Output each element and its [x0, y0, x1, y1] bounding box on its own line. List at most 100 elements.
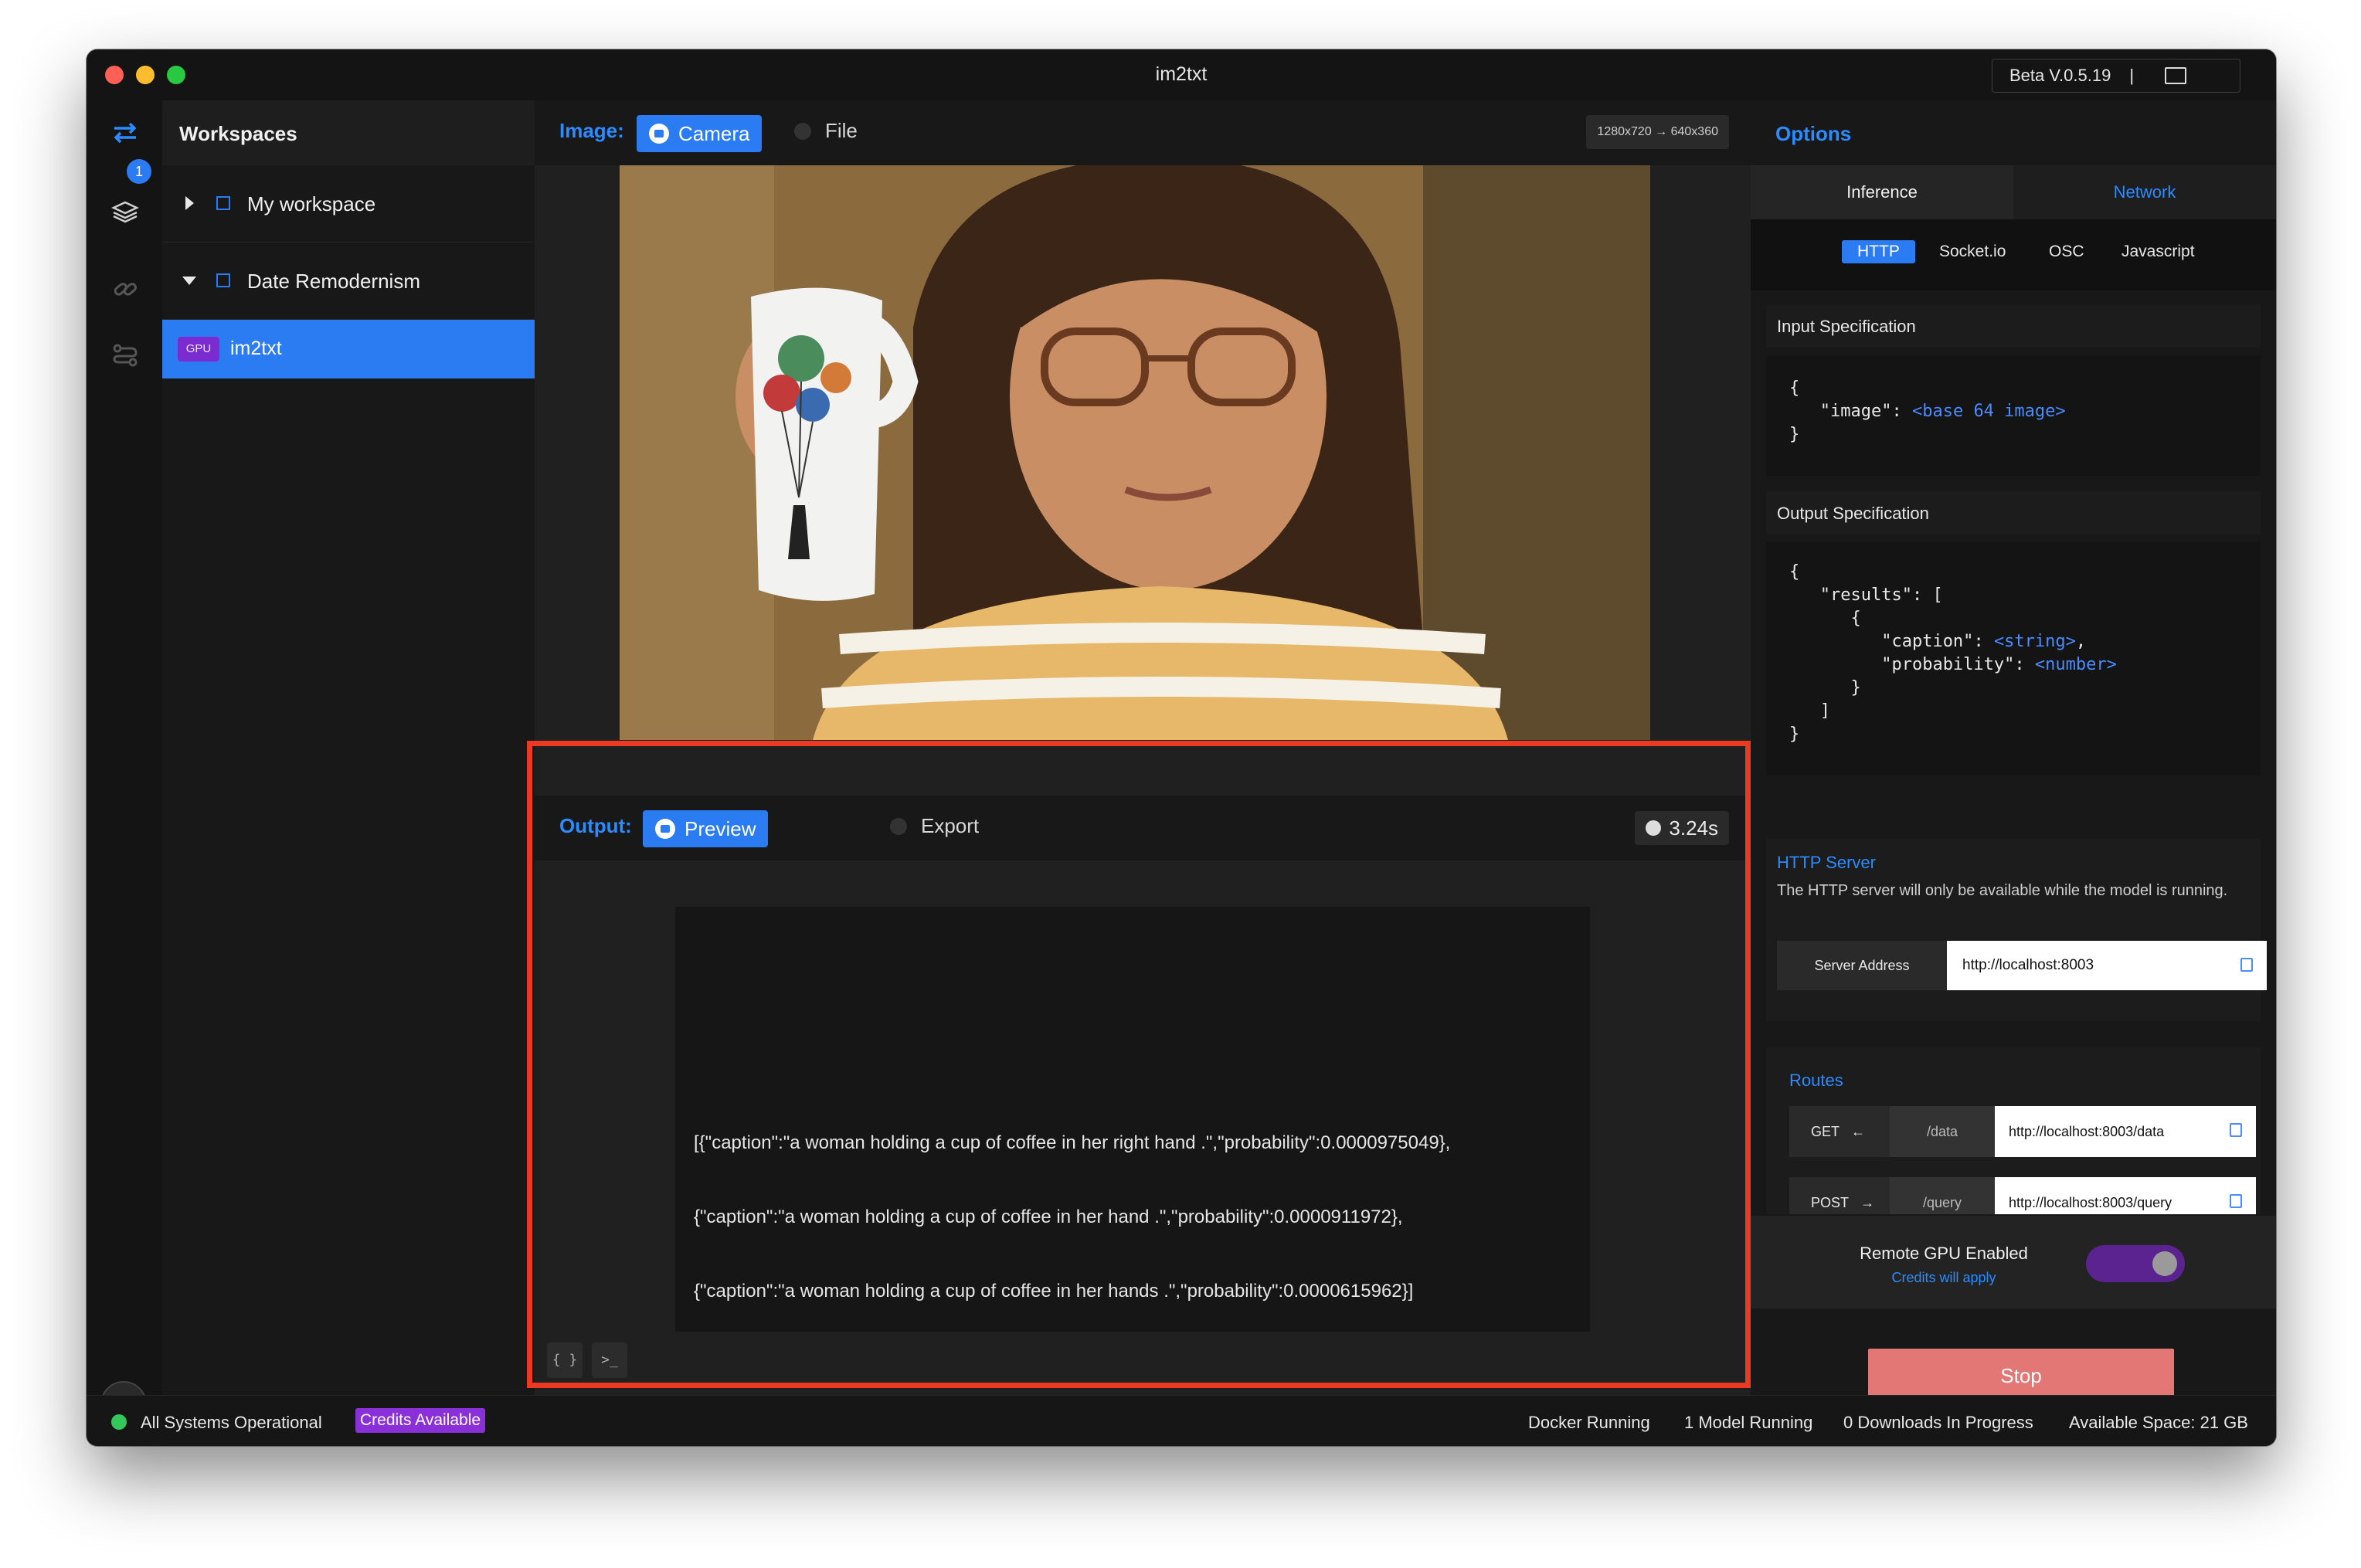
- status-bar: All Systems Operational Credits Availabl…: [87, 1395, 2276, 1446]
- input-spec-title: Input Specification: [1766, 304, 2261, 348]
- tab-preview[interactable]: Preview: [643, 810, 769, 847]
- sidebar-item-my-workspace[interactable]: My workspace: [162, 165, 535, 243]
- title-bar: im2txt Beta V.0.5.19 |: [87, 49, 2276, 100]
- code-type: <base 64 image>: [1911, 402, 2066, 421]
- server-address-field[interactable]: http://localhost:8003: [1947, 941, 2267, 990]
- center-panel: Image: Camera File 1280x720 → 640x360 Ou…: [535, 100, 1751, 1395]
- options-tabs: Inference Network: [1751, 165, 2276, 219]
- clock-icon: [1646, 820, 1662, 836]
- output-spec-title: Output Specification: [1766, 491, 2261, 535]
- layers-icon[interactable]: [111, 198, 139, 226]
- tab-network[interactable]: Network: [2013, 165, 2276, 219]
- output-area: [{"caption":"a woman holding a cup of co…: [535, 860, 1751, 1395]
- notification-badge: 1: [127, 159, 151, 184]
- code-brace: {: [1789, 562, 1800, 582]
- app-window: im2txt Beta V.0.5.19 | 1 Ma W: [87, 49, 2276, 1446]
- output-preview-box: [{"caption":"a woman holding a cup of co…: [675, 907, 1590, 1332]
- file-icon: [794, 122, 811, 140]
- http-server-description: The HTTP server will only be available w…: [1777, 882, 2228, 899]
- options-title: Options: [1775, 122, 1852, 145]
- eye-icon: [655, 819, 675, 839]
- http-server-title: HTTP Server: [1777, 853, 1876, 872]
- chevron-right-icon[interactable]: [185, 196, 194, 210]
- version-separator: |: [2129, 66, 2135, 85]
- protocol-osc[interactable]: OSC: [2049, 243, 2084, 261]
- code-brace: {: [1789, 609, 1861, 628]
- version-box: Beta V.0.5.19 |: [1992, 59, 2240, 93]
- copy-icon[interactable]: [2230, 1123, 2242, 1137]
- route-path: /query: [1890, 1177, 1995, 1214]
- code-brace: }: [1789, 725, 1800, 744]
- code-key: "probability": [1881, 655, 2015, 674]
- options-panel: Options Inference Network HTTP Socket.io…: [1751, 100, 2276, 1403]
- route-get-data: GET ← /data http://localhost:8003/data: [1789, 1106, 2256, 1157]
- inference-time: 3.24s: [1669, 816, 1718, 840]
- http-server-section: HTTP Server The HTTP server will only be…: [1766, 839, 2267, 1021]
- result-line: [{"caption":"a woman holding a cup of co…: [694, 1132, 1451, 1153]
- workspaces-sidebar: Workspaces My workspace Date Remodernism…: [162, 100, 535, 1395]
- code-type: <string>: [1993, 632, 2076, 651]
- code-brace: {: [1789, 378, 1800, 398]
- tab-file[interactable]: File: [794, 119, 858, 143]
- json-view-button[interactable]: { }: [547, 1342, 583, 1378]
- models-status: 1 Model Running: [1684, 1413, 1813, 1432]
- code-brace: }: [1789, 678, 1861, 697]
- link-icon[interactable]: [111, 275, 139, 303]
- remote-gpu-row: Remote GPU Enabled Credits will apply: [1751, 1216, 2276, 1308]
- sidebar-item-label: My workspace: [247, 192, 376, 216]
- route-method: GET ←: [1789, 1106, 1890, 1157]
- docker-status: Docker Running: [1528, 1413, 1650, 1432]
- model-name: im2txt: [230, 338, 282, 359]
- workspace-icon: [216, 273, 230, 287]
- route-url-field[interactable]: http://localhost:8003/query: [1995, 1177, 2256, 1214]
- chevron-down-icon[interactable]: [182, 277, 196, 285]
- code-line: "caption": <string>,: [1881, 632, 2087, 651]
- server-address-label: Server Address: [1777, 941, 1947, 990]
- swap-arrows-icon[interactable]: [111, 119, 139, 147]
- flow-icon[interactable]: [111, 341, 139, 369]
- input-spec-code: { "image": <base 64 image>}: [1766, 355, 2261, 476]
- route-method-label: POST: [1811, 1195, 1850, 1210]
- space-status: Available Space: 21 GB: [2069, 1413, 2248, 1432]
- output-label: Output:: [559, 814, 632, 837]
- protocol-http[interactable]: HTTP: [1842, 240, 1915, 263]
- tab-export[interactable]: Export: [890, 814, 979, 838]
- copy-icon[interactable]: [2230, 1194, 2242, 1208]
- code-line: "results": [: [1819, 585, 1943, 605]
- protocol-socketio[interactable]: Socket.io: [1939, 243, 2006, 261]
- code-type: <number>: [2034, 655, 2117, 674]
- version-label: Beta V.0.5.19: [2009, 66, 2111, 85]
- arrow-right-icon: →: [1860, 1195, 1875, 1210]
- tab-export-label: Export: [921, 814, 980, 837]
- tab-inference[interactable]: Inference: [1751, 165, 2013, 219]
- remote-gpu-label: Remote GPU Enabled: [1860, 1244, 2028, 1263]
- copy-icon[interactable]: [2240, 958, 2253, 972]
- camera-icon: [649, 124, 669, 144]
- sidebar-item-date-remodernism[interactable]: Date Remodernism: [162, 243, 535, 320]
- feedback-icon[interactable]: [2165, 67, 2187, 84]
- code-brace: }: [1789, 425, 1800, 444]
- tab-camera[interactable]: Camera: [637, 115, 763, 152]
- sidebar-item-im2txt[interactable]: GPU im2txt: [162, 320, 535, 378]
- status-dot-icon: [111, 1414, 127, 1430]
- code-line: "probability": <number>: [1881, 655, 2117, 674]
- output-result-text: [{"caption":"a woman holding a cup of co…: [694, 1081, 1450, 1353]
- systems-status: All Systems Operational: [141, 1413, 322, 1432]
- console-button[interactable]: >_: [592, 1342, 627, 1378]
- camera-feed: [620, 165, 1650, 740]
- remote-gpu-toggle[interactable]: [2086, 1245, 2185, 1282]
- downloads-status: 0 Downloads In Progress: [1843, 1413, 2033, 1432]
- credits-badge[interactable]: Credits Available: [355, 1408, 486, 1433]
- output-tab-bar: Output: Preview Export 3.24s: [535, 796, 1751, 860]
- resolution-chip: 1280x720 → 640x360: [1586, 115, 1729, 149]
- inference-time-chip: 3.24s: [1635, 811, 1729, 845]
- credits-note-link[interactable]: Credits will apply: [1751, 1270, 2137, 1286]
- window-title: im2txt: [1155, 63, 1208, 85]
- output-spec-code: { "results": [ { "caption": <string>, "p…: [1766, 542, 2261, 776]
- icon-rail: 1 Ma: [87, 100, 162, 1427]
- gpu-tag: GPU: [178, 337, 219, 361]
- result-line: {"caption":"a woman holding a cup of cof…: [694, 1281, 1414, 1302]
- server-address-value: http://localhost:8003: [1962, 957, 2094, 973]
- protocol-javascript[interactable]: Javascript: [2122, 243, 2195, 261]
- route-url-field[interactable]: http://localhost:8003/data: [1995, 1106, 2256, 1157]
